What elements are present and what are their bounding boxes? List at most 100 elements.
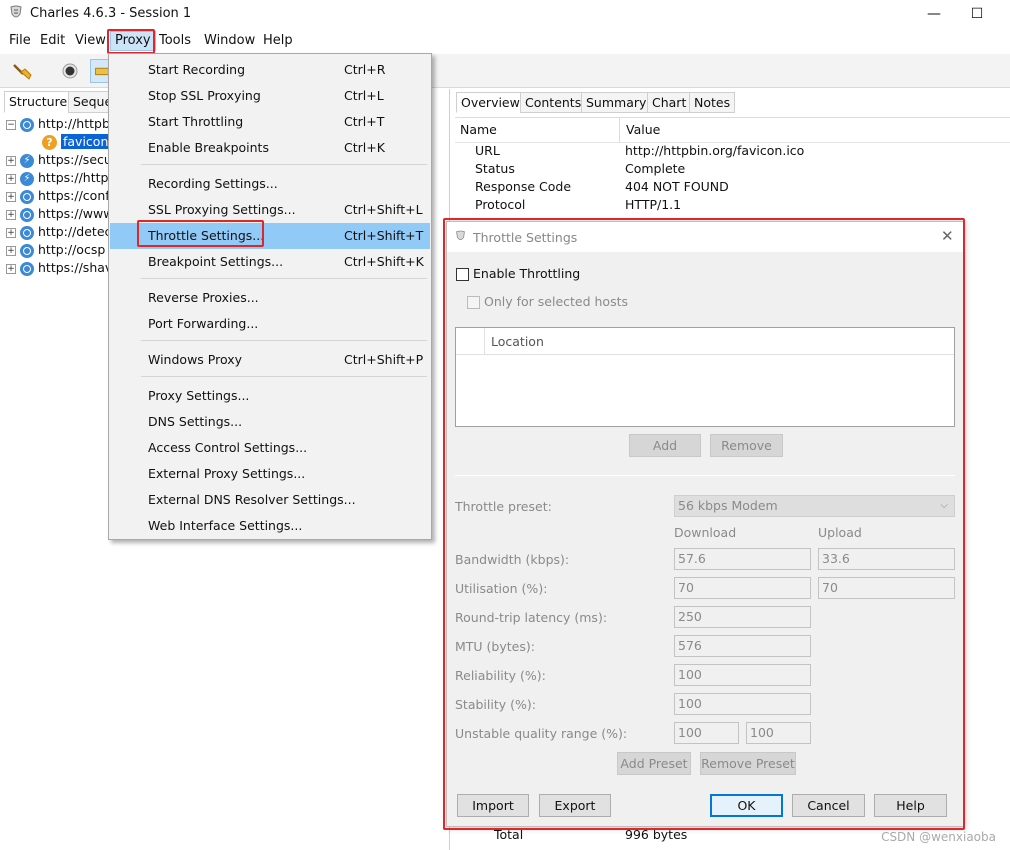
ok-button[interactable]: OK [710, 794, 783, 817]
stability-field[interactable]: 100 [674, 693, 811, 715]
menu-item-throttle-settings[interactable]: Throttle Settings... Ctrl+Shift+T [110, 223, 430, 249]
menu-item-label: Access Control Settings... [148, 440, 308, 455]
tree-node[interactable]: + https://conf [6, 187, 110, 205]
tab-notes[interactable]: Notes [689, 92, 736, 113]
hosts-table[interactable]: Location [455, 327, 955, 427]
add-host-button[interactable]: Add [629, 434, 701, 457]
menu-item-access-control-settings[interactable]: Access Control Settings... [110, 435, 430, 461]
enable-throttling-checkbox[interactable] [456, 268, 469, 281]
tab-overview[interactable]: Overview [456, 92, 525, 113]
only-selected-hosts-checkbox[interactable] [467, 296, 480, 309]
latency-label: Round-trip latency (ms): [455, 610, 608, 625]
title-bar: Charles 4.6.3 - Session 1 — ☐ [0, 0, 1010, 28]
section-divider [455, 475, 955, 476]
menu-item-port-forwarding[interactable]: Port Forwarding... [110, 311, 430, 337]
menu-item-enable-breakpoints[interactable]: Enable Breakpoints Ctrl+K [110, 135, 430, 161]
menu-item-recording-settings[interactable]: Recording Settings... [110, 171, 430, 197]
cancel-button[interactable]: Cancel [792, 794, 865, 817]
unstable-range-label: Unstable quality range (%): [455, 726, 628, 741]
menu-tools[interactable]: Tools [155, 32, 195, 50]
bandwidth-upload-field[interactable]: 33.6 [818, 548, 955, 570]
menu-item-shortcut: Ctrl+Shift+P [344, 352, 424, 367]
expand-icon[interactable]: + [6, 245, 16, 256]
globe-icon [20, 207, 34, 222]
menu-item-breakpoint-settings[interactable]: Breakpoint Settings... Ctrl+Shift+K [110, 249, 430, 275]
menu-item-start-recording[interactable]: Start Recording Ctrl+R [110, 57, 430, 83]
tab-summary[interactable]: Summary [581, 92, 652, 113]
overview-header [455, 117, 1010, 143]
tree-node[interactable]: + https://www [6, 205, 113, 223]
watermark: CSDN @wenxiaoba [881, 830, 996, 844]
menu-separator [141, 164, 427, 165]
menu-edit[interactable]: Edit [36, 32, 69, 50]
menu-item-web-interface-settings[interactable]: Web Interface Settings... [110, 513, 430, 539]
hosts-table-header: Location [456, 328, 954, 355]
globe-icon [20, 189, 34, 204]
tree-node-label: http://httpb [38, 116, 110, 131]
menu-item-start-throttling[interactable]: Start Throttling Ctrl+T [110, 109, 430, 135]
latency-field[interactable]: 250 [674, 606, 811, 628]
menu-file[interactable]: File [5, 32, 35, 50]
question-icon: ? [42, 135, 57, 150]
enable-throttling-label: Enable Throttling [473, 266, 581, 281]
maximize-icon[interactable]: ☐ [967, 4, 987, 24]
close-icon[interactable]: ✕ [941, 227, 954, 245]
tab-chart[interactable]: Chart [647, 92, 692, 113]
expand-icon[interactable]: + [6, 227, 16, 238]
tree-node[interactable]: + http://ocsp [6, 241, 105, 259]
export-button[interactable]: Export [539, 794, 611, 817]
charles-app-icon [10, 5, 22, 18]
expand-icon[interactable]: + [6, 209, 16, 220]
unstable-range-high-field[interactable]: 100 [746, 722, 811, 744]
menu-item-stop-ssl-proxying[interactable]: Stop SSL Proxying Ctrl+L [110, 83, 430, 109]
bandwidth-download-field[interactable]: 57.6 [674, 548, 811, 570]
menu-item-dns-settings[interactable]: DNS Settings... [110, 409, 430, 435]
tree-node[interactable]: + ⚡ https://http [6, 169, 108, 187]
mtu-field[interactable]: 576 [674, 635, 811, 657]
utilisation-download-field[interactable]: 70 [674, 577, 811, 599]
upload-column-label: Upload [818, 525, 862, 540]
menu-item-ssl-proxying-settings[interactable]: SSL Proxying Settings... Ctrl+Shift+L [110, 197, 430, 223]
menu-view[interactable]: View [71, 32, 110, 50]
menu-help[interactable]: Help [259, 32, 297, 50]
collapse-icon[interactable]: − [6, 119, 16, 130]
menu-item-proxy-settings[interactable]: Proxy Settings... [110, 383, 430, 409]
bolt-icon: ⚡ [20, 171, 34, 186]
remove-host-button[interactable]: Remove [710, 434, 783, 457]
minimize-icon[interactable]: — [924, 4, 944, 24]
menu-item-external-dns-resolver-settings[interactable]: External DNS Resolver Settings... [110, 487, 430, 513]
only-selected-hosts-label: Only for selected hosts [484, 294, 629, 309]
tree-node[interactable]: − http://httpb [6, 115, 110, 133]
throttle-preset-select[interactable]: 56 kbps Modem ⌵ [674, 495, 955, 517]
tab-contents[interactable]: Contents [520, 92, 587, 113]
tree-node[interactable]: + ⚡ https://secu [6, 151, 112, 169]
menu-item-label: Port Forwarding... [148, 316, 259, 331]
expand-icon[interactable]: + [6, 173, 16, 184]
tab-structure[interactable]: Structure [4, 91, 73, 113]
tree-node[interactable]: + http://detec [6, 223, 111, 241]
expand-icon[interactable]: + [6, 263, 16, 274]
menu-item-label: Start Throttling [148, 114, 244, 129]
tree-node-selected[interactable]: ? favicon.i [42, 133, 118, 151]
menu-item-label: Web Interface Settings... [148, 518, 303, 533]
record-icon[interactable] [58, 59, 82, 83]
import-button[interactable]: Import [457, 794, 529, 817]
remove-preset-button[interactable]: Remove Preset [700, 752, 796, 775]
unstable-range-low-field[interactable]: 100 [674, 722, 739, 744]
add-preset-button[interactable]: Add Preset [617, 752, 691, 775]
utilisation-upload-field[interactable]: 70 [818, 577, 955, 599]
expand-icon[interactable]: + [6, 155, 16, 166]
reliability-field[interactable]: 100 [674, 664, 811, 686]
menu-item-windows-proxy[interactable]: Windows Proxy Ctrl+Shift+P [110, 347, 430, 373]
broom-icon[interactable] [10, 59, 34, 83]
tree-node[interactable]: + https://shav [6, 259, 112, 277]
expand-icon[interactable]: + [6, 191, 16, 202]
column-divider [619, 117, 620, 143]
column-divider [484, 328, 485, 355]
menu-item-label: DNS Settings... [148, 414, 243, 429]
help-button[interactable]: Help [874, 794, 947, 817]
menu-item-external-proxy-settings[interactable]: External Proxy Settings... [110, 461, 430, 487]
menu-item-reverse-proxies[interactable]: Reverse Proxies... [110, 285, 430, 311]
menu-proxy[interactable]: Proxy [110, 31, 156, 51]
menu-window[interactable]: Window [200, 32, 259, 50]
